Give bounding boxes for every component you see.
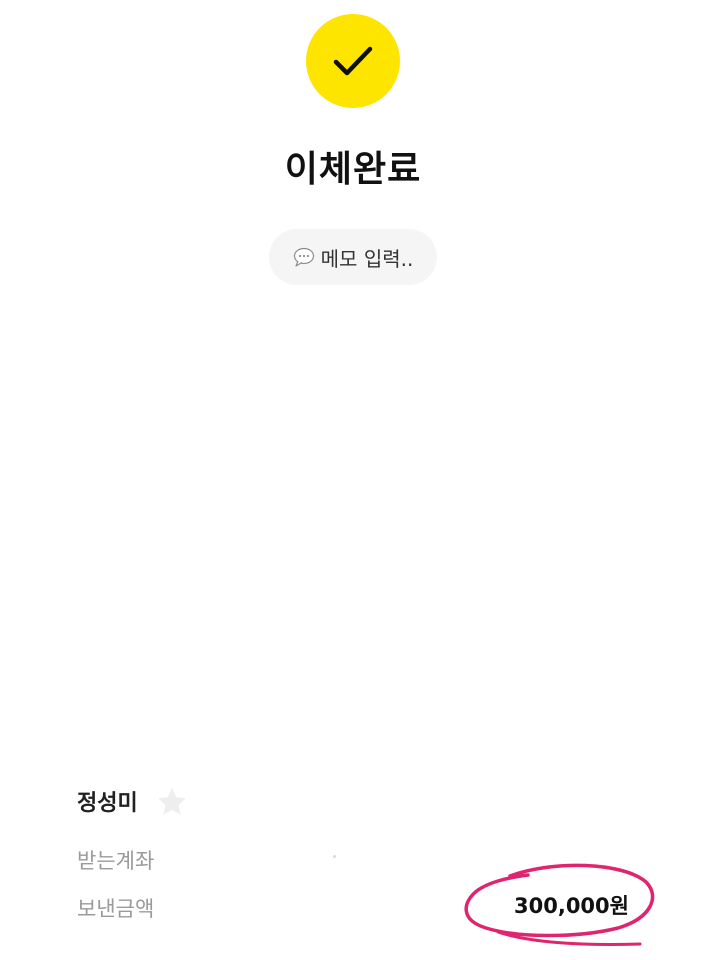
success-check-badge <box>306 14 400 108</box>
recipient-name: 정성미 <box>77 791 138 816</box>
amount-label: 보낸금액 <box>77 897 155 921</box>
amount-value: 300,000원 <box>514 894 629 918</box>
star-icon[interactable] <box>156 786 188 818</box>
speech-bubble-icon <box>293 247 314 267</box>
memo-input-label: 메모 입력.. <box>320 246 414 271</box>
memo-input-button[interactable]: 메모 입력.. <box>269 229 437 285</box>
checkmark-icon <box>333 46 373 76</box>
page-title: 이체완료 <box>284 149 422 190</box>
account-label: 받는계좌 <box>77 849 155 873</box>
account-value-masked <box>333 855 336 858</box>
